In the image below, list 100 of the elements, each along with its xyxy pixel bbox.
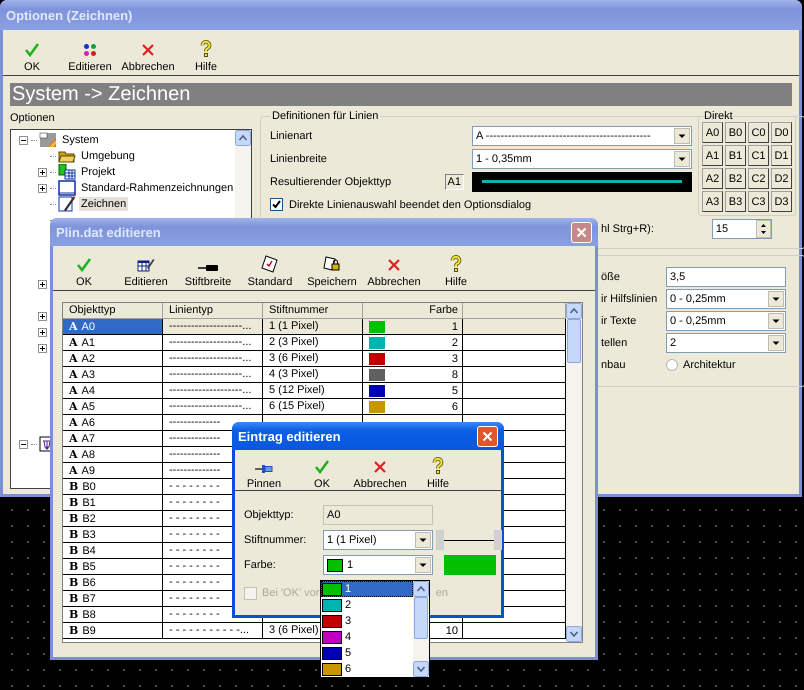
table-pencil-icon xyxy=(137,257,155,273)
direct-button[interactable]: A2 xyxy=(702,168,723,189)
direct-button[interactable]: D1 xyxy=(771,145,792,166)
list-item[interactable]: 1 xyxy=(321,581,413,597)
cross-icon xyxy=(372,459,388,475)
table-cell: 6 (15 Pixel) xyxy=(263,399,363,415)
table-cell: A A5 xyxy=(63,399,163,415)
field-label: Resultierender Objekttyp xyxy=(270,176,392,188)
table-cell: B B0 xyxy=(63,479,163,495)
document-lock-icon xyxy=(323,255,341,273)
dropdown[interactable]: 1 xyxy=(323,555,433,575)
table-cell: A A9 xyxy=(63,463,163,479)
direct-button[interactable]: B1 xyxy=(725,145,746,166)
field-label: Linienart xyxy=(270,130,314,142)
direct-button[interactable]: A1 xyxy=(702,145,723,166)
field-label: Linienbreite xyxy=(270,152,328,164)
check-icon xyxy=(314,459,330,475)
frame-icon xyxy=(58,180,76,196)
checkbox-label: en xyxy=(436,587,448,599)
question-icon xyxy=(430,457,446,475)
dots-icon xyxy=(82,42,98,58)
scroll-up-button[interactable] xyxy=(566,303,582,319)
table-cell: --------------------... xyxy=(163,367,263,383)
table-cell: --------------------... xyxy=(163,399,263,415)
table-cell: - - - - - - - - - - -... xyxy=(163,623,263,639)
table-cell: 1 (1 Pixel) xyxy=(263,319,363,335)
direct-button[interactable]: D0 xyxy=(771,122,792,143)
table-cell: A A7 xyxy=(63,431,163,447)
dropdown[interactable]: 1 (1 Pixel) xyxy=(323,530,433,550)
table-cell: --------------------... xyxy=(163,335,263,351)
close-button[interactable] xyxy=(477,426,498,446)
direct-button[interactable]: B3 xyxy=(725,191,746,212)
direct-button[interactable]: A0 xyxy=(702,122,723,143)
table-cell: --------------------... xyxy=(163,383,263,399)
table-cell: B B2 xyxy=(63,511,163,527)
scroll-up-button[interactable] xyxy=(235,130,252,146)
radio-label: Architektur xyxy=(683,359,736,371)
table-cell: 5 (12 Pixel) xyxy=(263,383,363,399)
direct-button[interactable]: B0 xyxy=(725,122,746,143)
list-item[interactable]: 6 xyxy=(321,661,413,677)
table-cell: A A2 xyxy=(63,351,163,367)
direct-button[interactable]: A3 xyxy=(702,191,723,212)
direct-button[interactable]: D2 xyxy=(771,168,792,189)
table-cell: B B4 xyxy=(63,543,163,559)
color-number: 2 xyxy=(452,336,458,348)
color-number: 1 xyxy=(452,320,458,332)
check-icon xyxy=(76,257,92,273)
table-cell: A A4 xyxy=(63,383,163,399)
pin-icon xyxy=(254,463,274,475)
direct-button[interactable]: B2 xyxy=(725,168,746,189)
list-item[interactable]: 2 xyxy=(321,597,413,613)
list-item[interactable]: 5 xyxy=(321,645,413,661)
table-cell: B B5 xyxy=(63,559,163,575)
table-cell: --------------------... xyxy=(163,319,263,335)
project-icon xyxy=(58,164,76,180)
tree-label: Optionen xyxy=(10,112,56,124)
table-cell: 4 (3 Pixel) xyxy=(263,367,363,383)
question-icon xyxy=(198,40,214,58)
close-icon xyxy=(576,226,587,238)
table-cell: A A6 xyxy=(63,415,163,431)
cross-icon xyxy=(140,42,156,58)
direct-button[interactable]: C1 xyxy=(748,145,769,166)
document-check-icon xyxy=(261,255,279,273)
cross-icon xyxy=(386,257,402,273)
table-cell: B B8 xyxy=(63,607,163,623)
object-type-box: A1 xyxy=(444,174,464,190)
direct-button[interactable]: D3 xyxy=(771,191,792,212)
color-number: 10 xyxy=(446,624,458,636)
system-icon xyxy=(39,132,57,148)
scroll-down-button[interactable] xyxy=(413,661,429,677)
check-icon xyxy=(24,42,40,58)
scroll-up-button[interactable] xyxy=(413,581,429,597)
color-number: 8 xyxy=(452,368,458,380)
group-legend: Direkt xyxy=(702,110,735,122)
table-cell: A A1 xyxy=(63,335,163,351)
scrollbar[interactable] xyxy=(413,581,429,677)
direct-button[interactable]: C0 xyxy=(748,122,769,143)
pen-icon xyxy=(197,263,219,273)
window-title: Plin.dat editieren xyxy=(56,224,161,240)
line-width-preview xyxy=(436,530,502,550)
table-cell: B B1 xyxy=(63,495,163,511)
scroll-down-button[interactable] xyxy=(566,626,582,642)
table-cell: B B3 xyxy=(63,527,163,543)
spin-arrows-icon[interactable] xyxy=(756,220,771,238)
page-pencil-icon xyxy=(58,196,76,212)
direct-button[interactable]: C3 xyxy=(748,191,769,212)
group-legend: Definitionen für Linien xyxy=(270,110,380,122)
table-cell: 3 (6 Pixel) xyxy=(263,351,363,367)
field-label: öße xyxy=(601,271,621,283)
checkbox-label: Direkte Linienauswahl beendet den Optionsdialog xyxy=(289,198,532,210)
table-cell: A A8 xyxy=(63,447,163,463)
checkbox-label: Bei 'OK' vor xyxy=(262,587,320,599)
field-label: ir Hilfslinien xyxy=(601,293,658,305)
direct-button[interactable]: C2 xyxy=(748,168,769,189)
color-number: 5 xyxy=(452,384,458,396)
table-cell: A A0 xyxy=(63,319,163,335)
scroll-thumb[interactable] xyxy=(567,319,581,363)
breadcrumb-bar: System -> Zeichnen xyxy=(10,83,792,106)
scroll-thumb[interactable] xyxy=(414,597,428,639)
question-icon xyxy=(448,255,464,273)
